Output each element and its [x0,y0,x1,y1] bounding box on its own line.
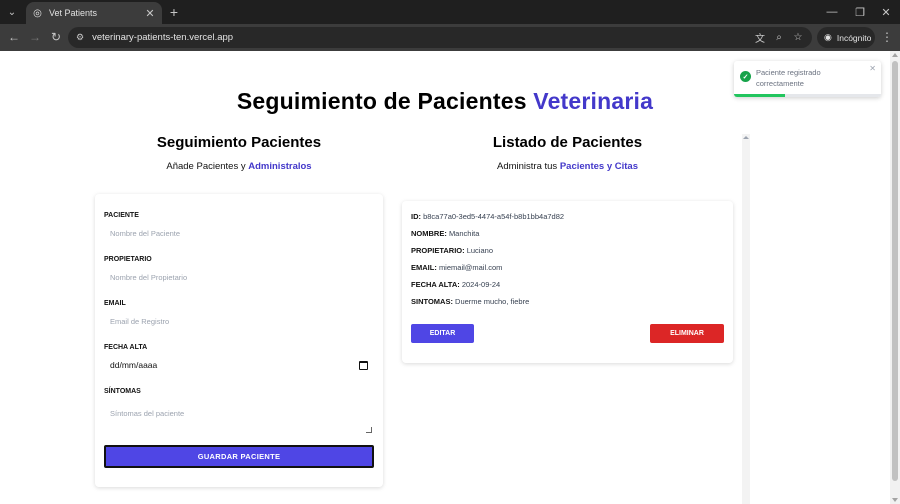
patient-id-field: ID: b8ca77a0-3ed5-4474-a54f-b8b1bb4a7d82 [411,212,564,221]
form-subtitle-accent: Administralos [248,161,312,172]
page-scroll-up-icon[interactable] [892,53,898,57]
address-bar[interactable]: ⚙ veterinary-patients-ten.vercel.app [68,27,812,48]
patient-symptoms-value: Duerme mucho, fiebre [455,297,530,306]
patient-form: PACIENTE Nombre del Paciente PROPIETARIO… [95,194,383,487]
list-scrollbar[interactable] [742,134,750,504]
browser-menu-icon[interactable]: ⋮ [880,29,894,45]
page-scrollbar[interactable] [890,51,900,504]
form-section-title: Seguimiento Pacientes [156,134,322,151]
patient-name-value: Manchita [448,229,480,238]
patient-input[interactable]: Nombre del Paciente [104,222,374,244]
toast-progress-bar [734,94,786,97]
patient-date-field: FECHA ALTA: 2024-09-24 [411,280,500,289]
browser-tab-strip: ⌄ ◎ Vet Patients ✕ + — ❐ ✕ [0,0,900,24]
patient-owner-value: Luciano [466,246,493,255]
back-arrow-icon[interactable]: ← [6,29,22,45]
patient-email-field: EMAIL: miemail@mail.com [411,263,502,272]
window-close-icon[interactable]: ✕ [878,4,894,20]
symptoms-placeholder: Síntomas del paciente [110,409,185,418]
forward-arrow-icon[interactable]: → [27,29,43,45]
checkmark-icon: ✓ [740,71,751,82]
url-text: veterinary-patients-ten.vercel.app [92,32,234,43]
patient-card: ID: b8ca77a0-3ed5-4474-a54f-b8b1bb4a7d82… [402,201,733,363]
incognito-icon: ◉ [824,32,832,42]
list-subtitle-prefix: Administra tus [497,161,558,172]
incognito-badge[interactable]: ◉ Incógnito [817,27,875,48]
patient-name-key: NOMBRE: [411,229,447,238]
page-scroll-down-icon[interactable] [892,498,898,502]
patient-date-key: FECHA ALTA: [411,280,460,289]
tab-close-icon[interactable]: ✕ [144,7,156,20]
delete-button[interactable]: ELIMINAR [650,324,724,343]
toast-message: Paciente registrado correctamente [756,68,821,88]
symptoms-label: SÍNTOMAS [104,388,141,395]
list-subtitle-accent: Pacientes y Citas [559,161,638,172]
patient-date-value: 2024-09-24 [461,280,501,289]
site-info-icon[interactable]: ⚙ [76,32,84,43]
form-subtitle-prefix: Añade Pacientes y [166,161,246,172]
list-section-title: Listado de Pacientes [492,134,643,151]
page-title-accent: Veterinaria [533,88,654,114]
date-input[interactable]: dd/mm/aaaa [104,354,374,376]
patient-owner-key: PROPIETARIO: [411,246,465,255]
page-viewport: Seguimiento de Pacientes Veterinaria Seg… [0,51,890,504]
patient-symptoms-field: SINTOMAS: Duerme mucho, fiebre [411,297,529,306]
patient-id-value: b8ca77a0-3ed5-4474-a54f-b8b1bb4a7d82 [423,212,565,221]
email-label: EMAIL [104,300,126,307]
zoom-icon[interactable]: ⌕ [771,29,787,45]
patient-email-key: EMAIL: [411,263,437,272]
email-input[interactable]: Email de Registro [104,310,374,332]
patient-name-field: NOMBRE: Manchita [411,229,479,238]
toast-close-icon[interactable]: ✕ [869,64,876,73]
browser-tab[interactable]: ◎ Vet Patients ✕ [26,2,162,24]
patient-label: PACIENTE [104,212,139,219]
bookmark-star-icon[interactable]: ☆ [790,29,806,45]
list-section-subtitle: Administra tus Pacientes y Citas [402,161,733,172]
globe-favicon-icon: ◎ [33,7,42,19]
tab-search-chevron-icon[interactable]: ⌄ [4,4,20,20]
patient-email-value: miemail@mail.com [438,263,503,272]
resize-handle-icon[interactable] [366,427,372,433]
restore-icon[interactable]: ❐ [852,4,868,20]
reload-icon[interactable]: ↻ [48,29,64,45]
calendar-icon[interactable] [359,360,368,370]
patient-id-key: ID: [411,212,421,221]
new-tab-plus-icon[interactable]: + [166,4,182,20]
incognito-label: Incógnito [836,32,872,43]
browser-toolbar: ← → ↻ ⚙ veterinary-patients-ten.vercel.a… [0,24,900,51]
owner-input[interactable]: Nombre del Propietario [104,266,374,288]
page-scroll-thumb[interactable] [892,61,898,481]
page-title-main: Seguimiento de Pacientes [236,88,527,114]
form-section-subtitle: Añade Pacientes y Administralos [95,161,383,172]
patient-symptoms-key: SINTOMAS: [411,297,453,306]
save-patient-button[interactable]: GUARDAR PACIENTE [104,445,374,468]
minimize-icon[interactable]: — [824,4,840,20]
date-label: FECHA ALTA [104,344,148,351]
toast-progress-track [734,94,881,97]
scroll-up-arrow-icon[interactable] [743,136,749,139]
success-toast: ✓ Paciente registrado correctamente ✕ [734,61,881,97]
owner-label: PROPIETARIO [104,256,152,263]
tab-title: Vet Patients [49,8,98,18]
symptoms-textarea[interactable]: Síntomas del paciente [104,406,374,434]
translate-icon[interactable]: 文 [752,29,768,45]
patient-owner-field: PROPIETARIO: Luciano [411,246,493,255]
date-input-value: dd/mm/aaaa [110,360,158,370]
edit-button[interactable]: EDITAR [411,324,474,343]
